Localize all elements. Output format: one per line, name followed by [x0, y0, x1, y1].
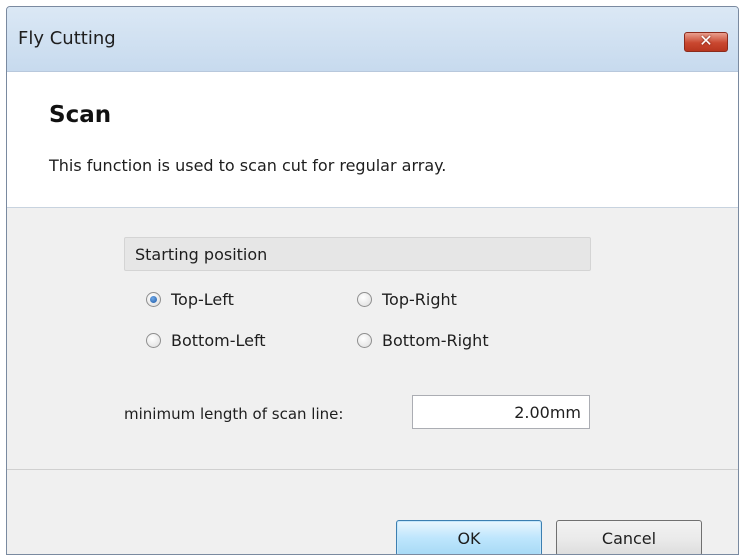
page-title: Scan: [49, 102, 112, 128]
radio-bottom-left-label: Bottom-Left: [171, 330, 266, 350]
radio-unselected-icon: [357, 332, 372, 348]
window-title: Fly Cutting: [18, 28, 116, 49]
footer-divider: [7, 469, 738, 470]
dialog-window: Fly Cutting ✕ Scan This function is used…: [6, 6, 739, 555]
close-button[interactable]: ✕: [684, 31, 728, 52]
radio-bottom-right-label: Bottom-Right: [382, 330, 489, 350]
radio-top-right-label: Top-Right: [382, 289, 457, 309]
radio-unselected-icon: [146, 332, 161, 348]
close-icon: ✕: [699, 31, 713, 50]
radio-bottom-left[interactable]: Bottom-Left: [146, 329, 266, 351]
radio-top-left[interactable]: Top-Left: [146, 288, 234, 310]
radio-top-right[interactable]: Top-Right: [357, 288, 457, 310]
radio-top-left-label: Top-Left: [171, 289, 234, 309]
radio-bottom-right[interactable]: Bottom-Right: [357, 329, 489, 351]
min-length-input[interactable]: [412, 395, 590, 429]
starting-position-label: Starting position: [135, 245, 268, 264]
dialog-header: Scan This function is used to scan cut f…: [7, 72, 738, 208]
starting-position-group-header: Starting position: [124, 237, 591, 271]
page-description: This function is used to scan cut for re…: [49, 156, 447, 175]
radio-selected-icon: [146, 291, 161, 307]
min-length-label: minimum length of scan line:: [124, 405, 344, 423]
cancel-button[interactable]: Cancel: [556, 520, 702, 554]
title-bar[interactable]: Fly Cutting ✕: [7, 7, 738, 72]
radio-unselected-icon: [357, 291, 372, 307]
ok-button[interactable]: OK: [396, 520, 542, 554]
